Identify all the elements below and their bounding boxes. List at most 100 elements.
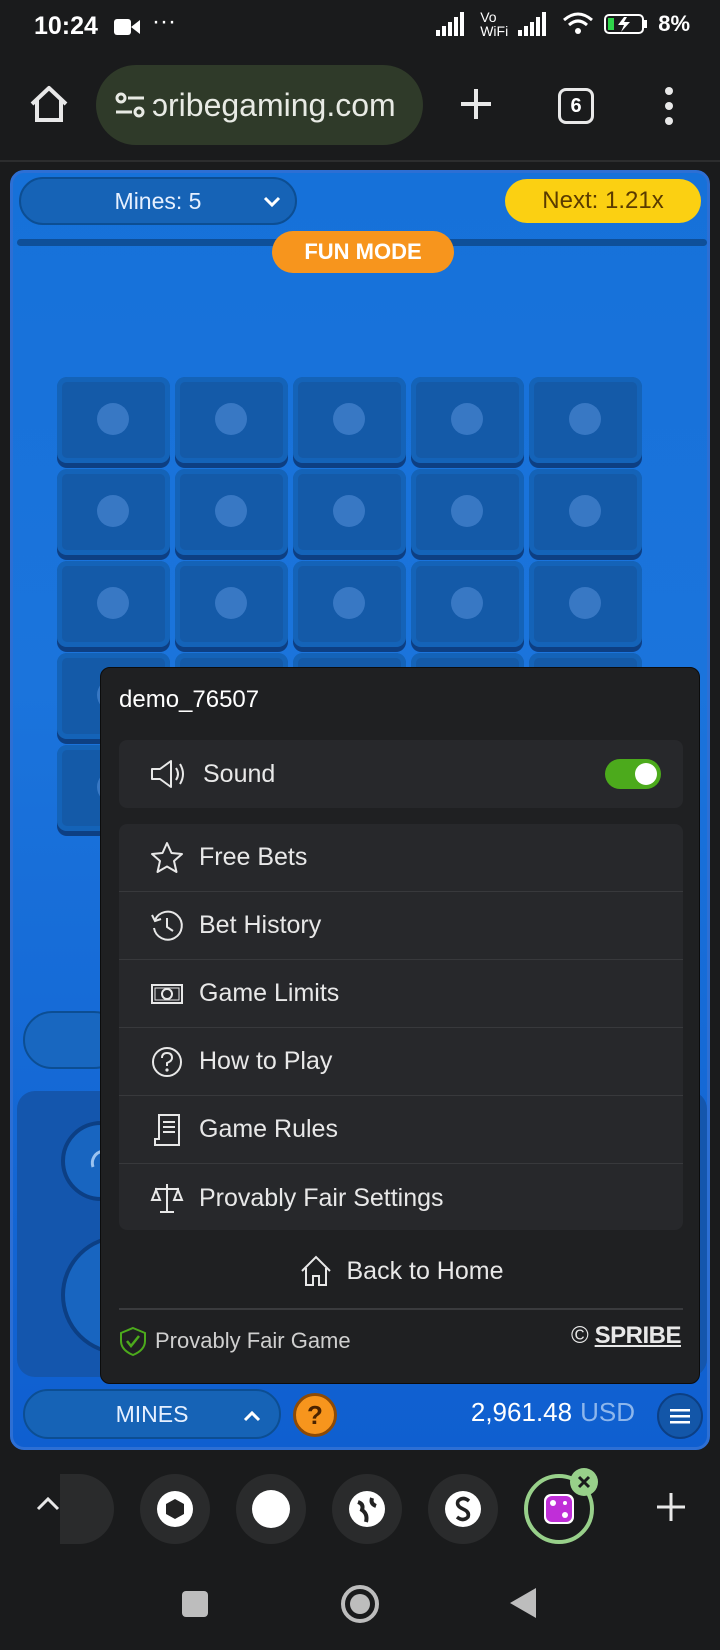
mines-count-select[interactable]: Mines: 5 (19, 177, 297, 225)
signal-icon (436, 12, 465, 36)
tile-dot-icon (333, 403, 365, 435)
game-select-button[interactable]: MINES (23, 1389, 281, 1439)
chevron-up-icon[interactable] (36, 1496, 60, 1512)
copyright-symbol: © (570, 1322, 589, 1349)
next-multiplier-badge: Next: 1.21x (505, 179, 701, 223)
globe-icon (349, 1491, 385, 1527)
menu-items-group: Free Bets Bet History Game Limits How to… (119, 824, 683, 1230)
wifi-icon (563, 12, 594, 34)
tab-thumb-4[interactable] (428, 1474, 498, 1544)
mines-count-label: Mines: 5 (114, 187, 202, 214)
help-button[interactable]: ? (293, 1393, 337, 1437)
tab-thumb-2[interactable] (236, 1474, 306, 1544)
recents-icon[interactable] (181, 1590, 209, 1618)
document-icon (154, 1114, 180, 1146)
mine-tile[interactable] (529, 469, 642, 555)
tile-dot-icon (569, 403, 601, 435)
tab-thumb-3[interactable] (332, 1474, 402, 1544)
status-bar: 10:24 ··· Vo WiFi 8% (0, 0, 720, 56)
provably-fair-badge[interactable]: Provably Fair Game (119, 1326, 351, 1356)
sound-label: Sound (203, 759, 276, 788)
menu-item-provably-fair-settings[interactable]: Provably Fair Settings (119, 1164, 683, 1232)
menu-item-how-to-play[interactable]: How to Play (119, 1028, 683, 1096)
mine-tile[interactable] (57, 377, 170, 463)
tile-dot-icon (333, 587, 365, 619)
home-outline-icon (301, 1255, 332, 1286)
url-text: ɔribegaming.com (152, 86, 396, 123)
new-tab-icon[interactable] (459, 87, 493, 121)
mine-tile[interactable] (175, 561, 288, 647)
mine-tile[interactable] (293, 377, 406, 463)
fun-mode-badge: FUN MODE (272, 231, 454, 273)
tile-dot-icon (569, 495, 601, 527)
mine-tile[interactable] (175, 469, 288, 555)
mine-tile[interactable] (411, 561, 524, 647)
home-icon[interactable] (28, 84, 70, 124)
battery-icon (604, 14, 648, 34)
system-nav-bar (0, 1564, 720, 1650)
more-notifications-icon: ··· (152, 8, 176, 35)
menu-button[interactable] (657, 1393, 703, 1439)
history-icon (151, 910, 183, 941)
menu-item-game-rules[interactable]: Game Rules (119, 1096, 683, 1164)
mine-tile[interactable] (175, 377, 288, 463)
mine-tile[interactable] (57, 561, 170, 647)
tile-dot-icon (451, 587, 483, 619)
cube-app-icon (157, 1491, 193, 1527)
balance-currency: USD (580, 1397, 635, 1427)
hamburger-icon (670, 1409, 690, 1424)
tile-dot-icon (215, 495, 247, 527)
add-tab-icon[interactable] (656, 1492, 686, 1522)
tile-dot-icon (97, 495, 129, 527)
menu-item-label: Bet History (199, 911, 322, 939)
mine-tile[interactable] (57, 469, 170, 555)
tab-thumb-1[interactable] (140, 1474, 210, 1544)
provably-fair-label: Provably Fair Game (155, 1328, 351, 1353)
divider (119, 1308, 683, 1310)
toggle-knob (635, 763, 657, 785)
menu-item-bet-history[interactable]: Bet History (119, 892, 683, 960)
game-menu-panel: demo_76507 Sound Free Bets Bet History G… (100, 667, 700, 1384)
game-bottom-bar: MINES ? 2,961.48 USD (13, 1383, 707, 1447)
s-app-icon (445, 1491, 481, 1527)
sound-row: Sound (119, 740, 683, 808)
tile-dot-icon (451, 403, 483, 435)
spribe-logo[interactable]: © SPRIBE (570, 1322, 682, 1350)
status-icons: Vo WiFi 8% (436, 10, 690, 38)
mine-tile[interactable] (529, 561, 642, 647)
tab-group-strip (0, 1452, 720, 1564)
mine-tile[interactable] (293, 561, 406, 647)
tab-thumb-partial[interactable] (60, 1474, 114, 1544)
balance-amount: 2,961.48 (470, 1397, 573, 1427)
dice-app-icon (544, 1494, 574, 1524)
mine-tile[interactable] (293, 469, 406, 555)
banknote-icon (151, 984, 183, 1004)
mine-tile[interactable] (411, 377, 524, 463)
tab-switcher-button[interactable]: 6 (558, 88, 594, 124)
menu-item-label: Free Bets (199, 843, 308, 871)
tab-count: 6 (570, 94, 582, 117)
back-nav-icon[interactable] (508, 1586, 538, 1620)
sound-toggle[interactable] (605, 759, 661, 789)
home-nav-icon[interactable] (340, 1584, 380, 1624)
speaker-icon (151, 760, 184, 788)
battery-percent: 8% (658, 11, 690, 36)
close-tab-group-button[interactable] (570, 1468, 598, 1496)
more-options-icon[interactable] (664, 86, 674, 126)
brand-name: SPRIBE (594, 1322, 682, 1349)
menu-item-label: Provably Fair Settings (199, 1183, 444, 1212)
question-circle-icon (152, 1047, 182, 1077)
game-name: MINES (115, 1400, 189, 1427)
mine-tile[interactable] (529, 377, 642, 463)
signal-icon-2 (518, 12, 547, 36)
site-settings-icon[interactable] (114, 90, 146, 120)
shield-check-icon (120, 1326, 146, 1356)
back-to-home-button[interactable]: Back to Home (101, 1238, 701, 1304)
vowifi-label: Vo WiFi (480, 9, 509, 39)
mine-tile[interactable] (411, 469, 524, 555)
star-icon (151, 842, 183, 873)
menu-item-game-limits[interactable]: Game Limits (119, 960, 683, 1028)
tile-dot-icon (215, 587, 247, 619)
address-bar[interactable]: ɔribegaming.com (96, 65, 423, 145)
menu-item-free-bets[interactable]: Free Bets (119, 824, 683, 892)
